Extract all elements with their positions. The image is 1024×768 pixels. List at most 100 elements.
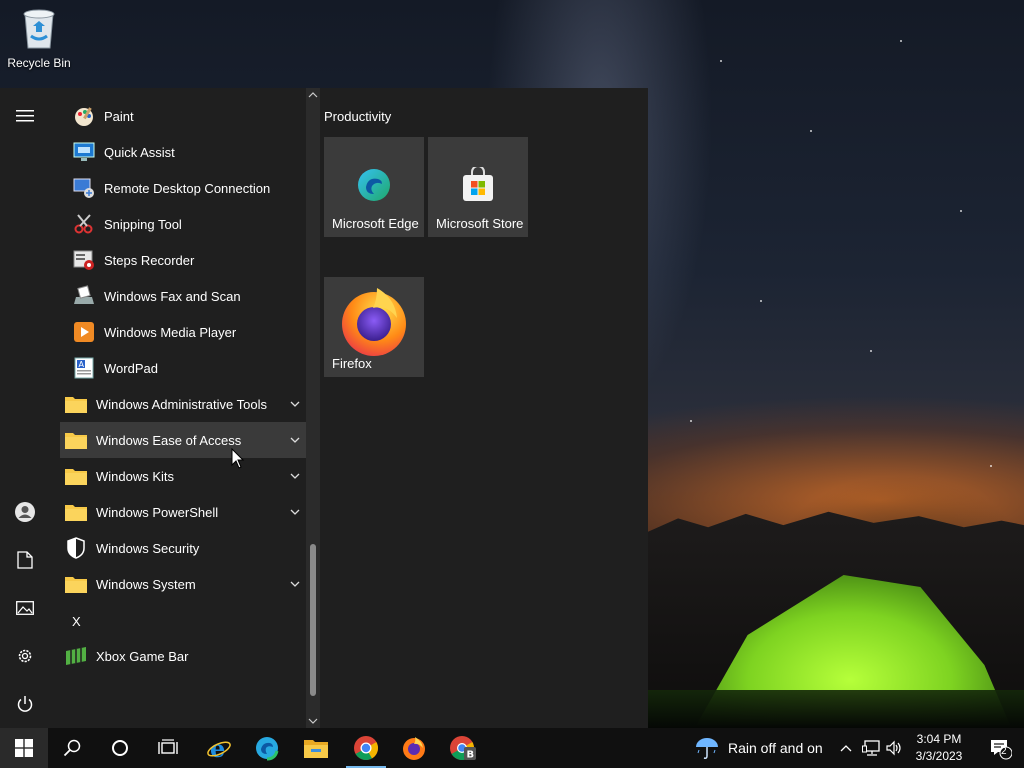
folder-icon <box>64 464 88 488</box>
quick-assist-icon <box>72 140 96 164</box>
folder-label: Windows PowerShell <box>96 504 219 520</box>
clock[interactable]: 3:04 PM 3/3/2023 <box>906 732 972 763</box>
section-letter-x[interactable]: X <box>72 614 81 629</box>
cortana-button[interactable] <box>96 728 144 768</box>
chevron-up-icon <box>840 745 852 752</box>
gear-icon <box>18 649 32 663</box>
task-view-button[interactable] <box>144 728 192 768</box>
recycle-bin-icon <box>19 6 59 50</box>
store-icon <box>463 167 493 201</box>
xbox-label: Xbox Game Bar <box>96 648 189 664</box>
folder-label: Windows Ease of Access <box>96 432 242 448</box>
settings-button[interactable] <box>0 634 50 678</box>
tile-label: Firefox <box>332 356 372 371</box>
app-label: Steps Recorder <box>104 252 195 268</box>
scroll-thumb[interactable] <box>310 544 316 696</box>
app-list: Paint Quick Assist Remote Desktop Connec… <box>56 88 308 728</box>
windows-logo-icon <box>15 739 33 757</box>
network-button[interactable] <box>858 728 884 768</box>
chrome-beta-icon: B <box>450 736 476 761</box>
show-hidden-icons-button[interactable] <box>834 728 858 768</box>
hamburger-icon <box>16 110 34 122</box>
user-icon <box>15 502 35 522</box>
folder-label: Windows Kits <box>96 468 175 484</box>
media-player-icon <box>72 320 96 344</box>
app-xbox-game-bar[interactable]: Xbox Game Bar <box>60 638 306 674</box>
weather-text: Rain off and on <box>728 740 823 756</box>
app-label: Windows Media Player <box>104 324 237 340</box>
recycle-bin-desktop-icon[interactable]: Recycle Bin <box>4 6 74 70</box>
scroll-up-icon[interactable] <box>306 89 320 101</box>
documents-button[interactable] <box>0 538 50 582</box>
fax-scan-icon <box>72 284 96 308</box>
weather-widget[interactable]: Rain off and on <box>694 728 823 768</box>
app-label: WordPad <box>104 360 158 376</box>
tile-label: Microsoft Edge <box>332 216 419 231</box>
folder-powershell[interactable]: Windows PowerShell <box>60 494 306 530</box>
app-wordpad[interactable]: A WordPad <box>60 350 306 386</box>
chevron-down-icon <box>290 509 300 515</box>
remote-desktop-icon <box>72 176 96 200</box>
app-remote-desktop[interactable]: Remote Desktop Connection <box>60 170 306 206</box>
clock-date: 3/3/2023 <box>915 749 963 763</box>
app-quick-assist[interactable]: Quick Assist <box>60 134 306 170</box>
taskbar-firefox[interactable] <box>390 728 438 768</box>
chevron-down-icon <box>290 437 300 443</box>
folder-icon <box>64 392 88 416</box>
taskbar-chrome-beta[interactable]: B <box>439 728 487 768</box>
power-button[interactable] <box>0 682 50 726</box>
tile-firefox[interactable]: Firefox <box>324 277 424 377</box>
app-steps-recorder[interactable]: Steps Recorder <box>60 242 306 278</box>
umbrella-rain-icon <box>696 738 718 759</box>
app-label: Quick Assist <box>104 144 175 160</box>
app-fax-scan[interactable]: Windows Fax and Scan <box>60 278 306 314</box>
folder-ease-of-access[interactable]: Windows Ease of Access <box>60 422 306 458</box>
taskbar: e B Rain off and on 3:04 PM 3/3/2023 2 <box>0 728 1024 768</box>
search-icon <box>63 739 81 757</box>
tile-microsoft-store[interactable]: Microsoft Store <box>428 137 528 237</box>
svg-text:B: B <box>467 750 475 761</box>
mouse-cursor-icon <box>231 448 245 469</box>
taskbar-file-explorer[interactable] <box>292 728 340 768</box>
cortana-icon <box>112 740 128 756</box>
account-button[interactable] <box>0 490 50 534</box>
app-label: Snipping Tool <box>104 216 182 232</box>
wordpad-icon: A <box>72 356 96 380</box>
tile-area: Productivity Microsoft Edge Microsoft St… <box>320 88 648 728</box>
power-icon <box>17 696 33 712</box>
folder-icon <box>64 428 88 452</box>
task-view-icon <box>158 739 178 754</box>
firefox-icon <box>403 737 425 760</box>
folder-windows-kits[interactable]: Windows Kits <box>60 458 306 494</box>
app-media-player[interactable]: Windows Media Player <box>60 314 306 350</box>
app-label: Windows Fax and Scan <box>104 288 241 304</box>
pictures-icon <box>16 601 34 615</box>
volume-button[interactable] <box>882 728 906 768</box>
paint-icon <box>72 104 96 128</box>
taskbar-chrome[interactable] <box>342 728 390 768</box>
internet-explorer-icon: e <box>207 735 231 761</box>
pictures-button[interactable] <box>0 586 50 630</box>
taskbar-microsoft-edge[interactable] <box>243 728 291 768</box>
svg-text:A: A <box>79 360 85 369</box>
recycle-bin-label: Recycle Bin <box>7 56 71 70</box>
folder-administrative-tools[interactable]: Windows Administrative Tools <box>60 386 306 422</box>
start-menu-rail <box>0 88 50 728</box>
app-snipping-tool[interactable]: Snipping Tool <box>60 206 306 242</box>
app-label: Paint <box>104 108 134 124</box>
firefox-icon <box>342 288 406 356</box>
clock-time: 3:04 PM <box>916 732 962 746</box>
snipping-tool-icon <box>72 212 96 236</box>
start-menu: Paint Quick Assist Remote Desktop Connec… <box>0 88 648 728</box>
app-paint[interactable]: Paint <box>60 98 306 134</box>
search-button[interactable] <box>48 728 96 768</box>
notification-icon <box>991 740 1012 760</box>
action-center-button[interactable]: 2 <box>976 728 1024 768</box>
expand-menu-button[interactable] <box>0 94 50 138</box>
app-windows-security[interactable]: Windows Security <box>60 530 306 566</box>
tile-microsoft-edge[interactable]: Microsoft Edge <box>324 137 424 237</box>
folder-windows-system[interactable]: Windows System <box>60 566 306 602</box>
start-button[interactable] <box>0 728 48 768</box>
scroll-down-icon[interactable] <box>306 715 320 727</box>
taskbar-internet-explorer[interactable]: e <box>195 728 243 768</box>
